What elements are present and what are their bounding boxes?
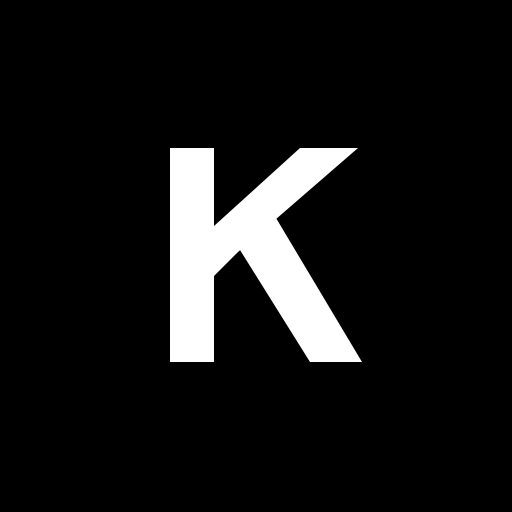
k-lower-leg <box>240 218 362 362</box>
logo-tile: K <box>0 0 512 512</box>
letter-k-logo: K <box>170 148 362 362</box>
k-stem <box>170 148 214 362</box>
